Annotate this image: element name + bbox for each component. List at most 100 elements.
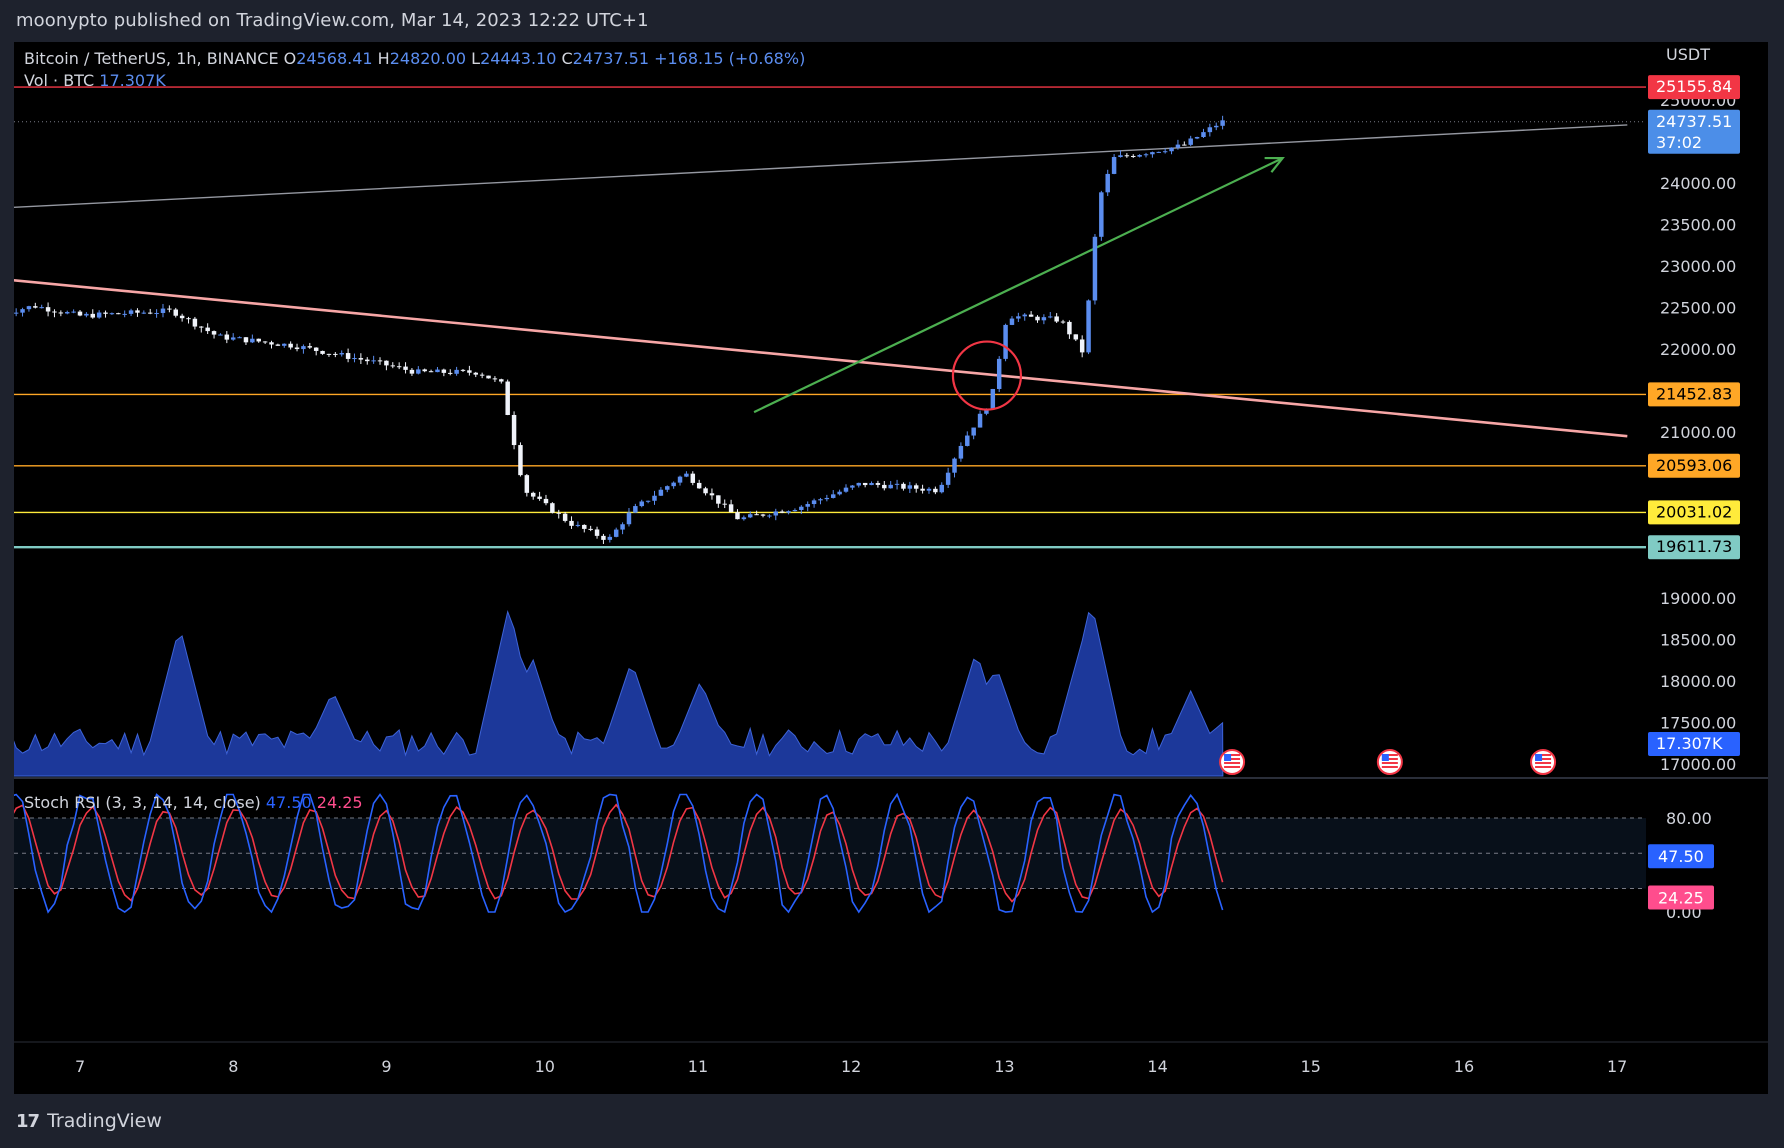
price-badge[interactable]: 19611.73 (1648, 535, 1740, 560)
candle (160, 308, 166, 313)
candle (582, 524, 587, 529)
candle (562, 513, 568, 521)
candle (467, 370, 472, 373)
price-badge[interactable]: 20593.06 (1648, 453, 1740, 478)
flag-stripe (1224, 762, 1241, 764)
price-tick-label: 23000.00 (1660, 257, 1736, 276)
price-badge[interactable]: 17.307K (1648, 732, 1740, 756)
candle (109, 313, 115, 315)
candle (505, 381, 510, 415)
legend-symbol: Bitcoin / TetherUS, 1h, BINANCE (24, 49, 284, 68)
candle (741, 517, 747, 520)
candle (818, 499, 823, 501)
candle (262, 341, 268, 343)
candle (390, 365, 396, 367)
us-flag-icon[interactable] (1219, 749, 1246, 775)
stoch-k-value: 47.50 (266, 793, 317, 812)
candle (358, 358, 364, 360)
candle (639, 501, 644, 507)
price-badge[interactable]: 20031.02 (1648, 500, 1740, 525)
candle (52, 311, 57, 313)
time-tick-label: 12 (841, 1057, 861, 1076)
candle (294, 347, 300, 350)
candle (422, 369, 427, 372)
legend-high: 24820.00 (390, 49, 471, 68)
candle (1118, 155, 1123, 158)
price-tick-label: 18500.00 (1660, 631, 1736, 650)
trendline[interactable] (14, 278, 1628, 438)
price-badge-text: 24737.51 (1656, 112, 1732, 131)
volume-value: 17.307K (99, 71, 166, 90)
price-badge[interactable]: 25155.84 (1648, 75, 1740, 100)
candle (1048, 316, 1053, 318)
candle (594, 529, 600, 536)
us-flag-icon[interactable] (1376, 749, 1403, 775)
chart-svg[interactable]: USDT25000.0024000.0023500.0023000.002250… (14, 42, 1768, 1094)
publish-bar: moonypto published on TradingView.com, M… (16, 10, 649, 31)
candle (492, 378, 498, 380)
candle (416, 369, 421, 374)
candle (435, 369, 440, 373)
candle (837, 491, 842, 495)
candle (377, 360, 383, 362)
candle (1086, 300, 1091, 353)
time-tick-label: 7 (75, 1057, 85, 1076)
price-badge[interactable]: 21452.83 (1648, 382, 1740, 407)
flag-stripe (1535, 766, 1552, 768)
candle (824, 497, 830, 500)
candle (186, 318, 191, 320)
volume-area (14, 609, 1224, 777)
candle (1131, 155, 1136, 157)
candle (709, 493, 715, 496)
candle (926, 488, 932, 491)
flag-stripe (1224, 766, 1241, 768)
candle (869, 483, 874, 486)
volume-label: Vol · BTC (24, 71, 99, 90)
price-tick-label: 21000.00 (1660, 423, 1736, 442)
time-tick-label: 11 (688, 1057, 708, 1076)
candle (441, 369, 447, 373)
candle (939, 484, 944, 493)
candle (977, 413, 983, 428)
candle (786, 511, 791, 513)
trend-arrow[interactable] (753, 157, 1284, 414)
candle (154, 312, 159, 314)
candle (735, 512, 740, 520)
candle (320, 350, 325, 354)
candle (135, 310, 140, 313)
price-tick-label: 22000.00 (1660, 340, 1736, 359)
candle (352, 358, 357, 360)
candle (971, 427, 976, 436)
candle (843, 487, 849, 492)
candle (103, 312, 108, 314)
price-badge[interactable]: 24737.51 37:02 (1648, 109, 1740, 154)
candle (1111, 157, 1117, 174)
candle (14, 312, 19, 314)
stoch-d-value: 24.25 (317, 793, 363, 812)
candle (748, 514, 753, 518)
chart-panel[interactable]: USDT 25000.00 24000.00 23500.00 23000.00 2250… (14, 42, 1768, 1094)
candle (543, 498, 549, 504)
candle (1022, 314, 1027, 317)
candle (613, 529, 619, 537)
candle (690, 473, 696, 483)
price-tick-label: 17500.00 (1660, 714, 1736, 733)
candle (326, 353, 332, 355)
stoch-d-badge[interactable]: 24.25 (1648, 885, 1714, 910)
us-flag-icon[interactable] (1530, 749, 1557, 775)
trendline[interactable] (14, 124, 1628, 209)
candle (524, 475, 530, 493)
tradingview-logo[interactable]: 17 TradingView (16, 1110, 162, 1132)
stoch-badge-text: 24.25 (1658, 889, 1704, 908)
candle (250, 338, 255, 343)
candle (665, 486, 670, 490)
candle (760, 514, 766, 516)
candle (684, 473, 689, 477)
stoch-k-badge[interactable]: 47.50 (1648, 844, 1714, 869)
candle (84, 313, 89, 316)
candle (1105, 173, 1110, 193)
candle (1009, 318, 1015, 325)
legend-low: 24443.10 (480, 49, 561, 68)
candle (518, 445, 523, 476)
candle (384, 360, 389, 366)
